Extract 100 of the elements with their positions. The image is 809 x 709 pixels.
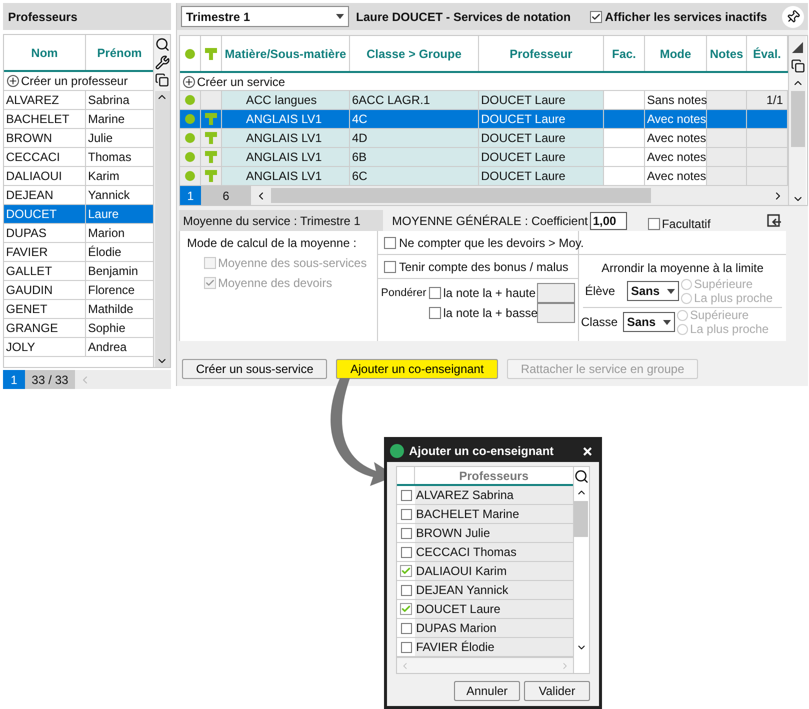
column-header[interactable]: Professeur [479,36,604,71]
table-row[interactable]: DOUCET Laure [4,205,153,224]
action-button[interactable]: Ajouter un co-enseignant [336,359,498,379]
checkbox[interactable] [400,642,412,652]
dialog-button[interactable]: Valider [524,681,590,701]
table-cell: ANGLAIS LV1 [222,167,350,185]
period-dropdown[interactable]: Trimestre 1 [181,6,349,27]
scrollbar-thumb[interactable] [790,91,804,147]
checkbox-label[interactable]: Ne compter que les devoirs > Moy. [399,234,584,252]
checkbox-label[interactable]: la note la + basse [443,304,536,322]
checkbox[interactable] [400,584,412,596]
weight-field[interactable] [537,303,576,323]
table-row[interactable]: ANGLAIS LV1 6C DOUCET Laure Avec notes [180,167,788,186]
rounding-dropdown[interactable]: Sans [623,312,675,332]
table-cell-text: Élodie [87,244,122,261]
table-row[interactable]: ANGLAIS LV1 4D DOUCET Laure Avec notes [180,129,788,148]
scrollbar-thumb[interactable] [271,188,651,203]
field-label: Élève [585,283,616,300]
corner-icon[interactable] [792,42,803,53]
search-icon[interactable] [154,37,170,52]
checkbox-label[interactable]: Tenir compte des bonus / malus [399,258,568,276]
weight-field[interactable] [537,283,576,303]
radio-button[interactable] [681,278,692,290]
checkbox[interactable] [384,260,396,272]
table-cell: DOUCET Laure [479,91,604,109]
radio-button[interactable] [677,324,688,334]
table-cell-text: Andrea [87,339,128,356]
table-cell-text: Benjamin [87,263,140,280]
table-cell: DOUCET [4,205,86,223]
add-icon [7,75,19,87]
checkbox-label[interactable]: la note la + haute [443,284,536,302]
column-header[interactable]: Nom [4,35,86,70]
table-cell-text: Florence [87,282,136,299]
column-header[interactable]: Mode [645,36,707,71]
search-icon[interactable] [574,469,589,484]
copy-icon[interactable] [155,73,169,87]
scrollbar-thumb[interactable] [574,501,588,537]
table-cell: 6C [350,167,479,185]
table-cell [707,129,747,147]
checkbox-label[interactable]: Facultatif [662,214,711,232]
caret-icon [667,288,675,294]
table-cell-text: Sabrina [87,92,130,109]
row-count: 33 / 33 [25,370,75,389]
table-cell: DALIAOUI [4,167,86,185]
rounding-dropdown[interactable]: Sans [627,281,679,301]
table-row[interactable]: ANGLAIS LV1 4C DOUCET Laure Avec notes [180,110,788,129]
checkbox[interactable] [429,307,442,319]
settings-icon[interactable] [154,55,170,70]
app-icon [390,444,404,458]
table-cell: BACHELET [4,110,86,128]
table-cell: Sans notes [645,91,707,109]
table-cell: ACC langues [222,91,350,109]
table-cell: Avec notes [645,129,707,147]
group-icon [205,132,217,144]
table-row[interactable]: ACC langues 6ACC LAGR.1 DOUCET Laure Sans notes 1/1 [180,91,788,110]
column-header[interactable]: Classe > Groupe [350,36,479,71]
table-cell: GENET [4,300,86,318]
checkbox[interactable] [400,622,412,634]
checkbox[interactable] [648,218,660,230]
table-cell: ANGLAIS LV1 [222,129,350,147]
radio-button[interactable] [681,292,692,304]
column-header[interactable]: Professeurs [415,467,573,484]
caret-icon [663,320,671,324]
create-link[interactable]: Créer un service [197,72,286,90]
radio-button[interactable] [677,310,688,320]
checkbox[interactable] [400,546,412,558]
table-cell-text: Mathilde [87,301,134,318]
create-link[interactable]: Créer un professeur [21,72,128,90]
checkbox[interactable] [400,490,412,500]
table-cell-text: Karim [87,168,120,185]
column-header[interactable]: Notes [707,36,747,71]
close-button[interactable] [583,446,592,456]
table-cell-text: Julie [87,130,114,147]
column-header[interactable]: Matière/Sous-matière [222,36,350,71]
caret-icon [336,14,344,19]
checkbox[interactable] [429,287,442,299]
checkbox[interactable] [400,565,412,577]
dialog-button[interactable]: Annuler [454,681,520,701]
panel-title: Professeurs [8,8,78,26]
column-header[interactable]: Fac. [604,36,645,71]
table-cell: Avec notes [645,110,707,128]
checkbox[interactable] [384,236,396,248]
export-icon[interactable] [767,214,782,228]
table-cell-text: Thomas [87,149,132,166]
table-row[interactable]: ANGLAIS LV1 6B DOUCET Laure Avec notes [180,148,788,167]
action-button[interactable]: Créer un sous-service [182,359,328,379]
checkbox[interactable] [590,10,602,22]
table-cell: JOLY [4,338,86,356]
column-header[interactable]: Prénom [86,35,153,70]
checkbox-label[interactable]: Afficher les services inactifs [604,8,767,26]
copy-icon[interactable] [790,59,804,73]
table-cell: DEJEAN [4,186,86,204]
scrollbar[interactable] [154,91,170,367]
add-icon [183,76,195,88]
checkbox[interactable] [400,528,412,538]
checkbox[interactable] [400,508,412,520]
table-cell: GRANGE [4,319,86,337]
coefficient-field[interactable]: 1,00 [590,212,627,230]
checkbox[interactable] [400,603,412,615]
table-cell-text: Sophie [87,320,126,337]
